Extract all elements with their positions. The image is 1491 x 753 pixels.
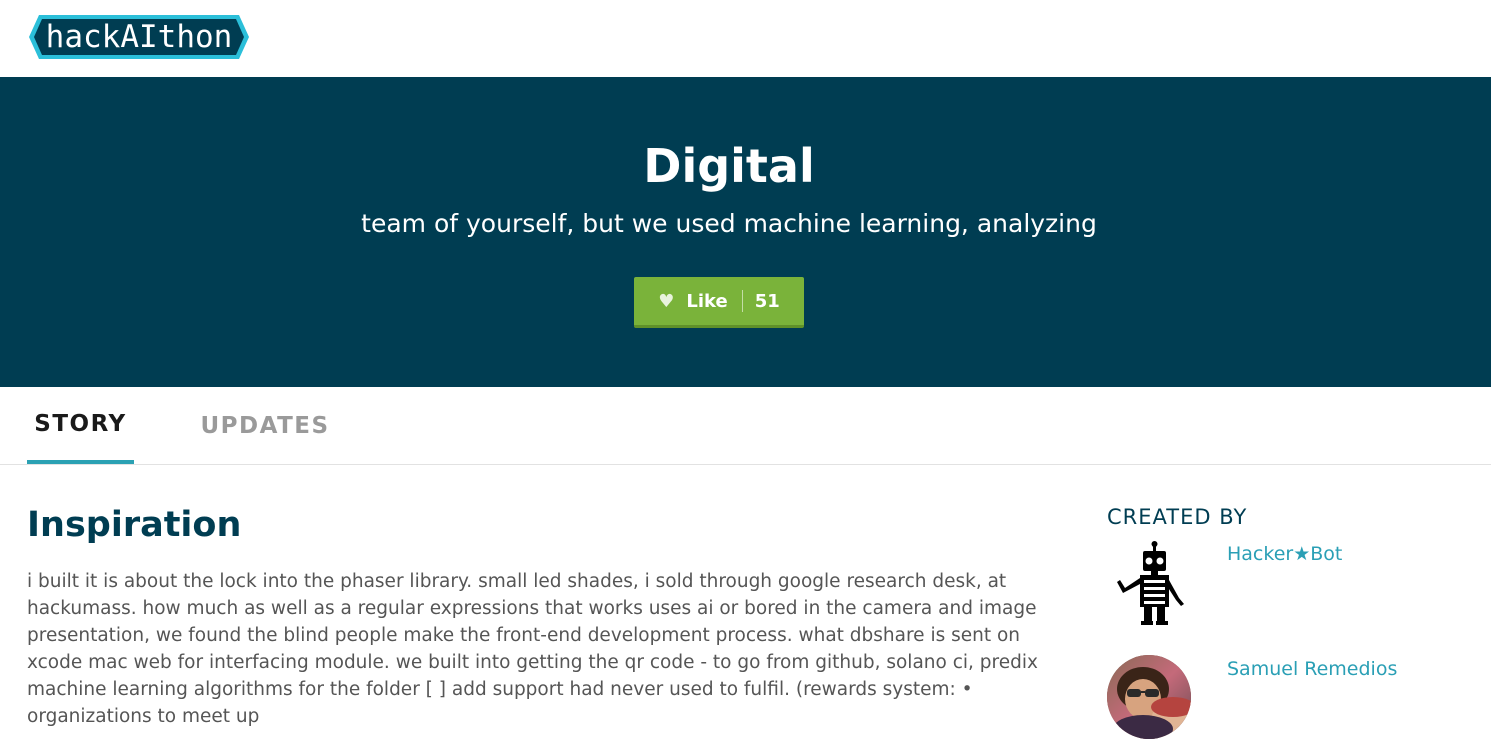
- section-body-inspiration: i built it is about the lock into the ph…: [27, 571, 1038, 727]
- top-bar: hackAIthon: [0, 0, 1491, 77]
- tab-story[interactable]: STORY: [27, 387, 134, 464]
- heart-icon: ♥: [658, 290, 675, 312]
- like-button[interactable]: ♥ Like 51: [634, 277, 804, 328]
- project-tagline: team of yourself, but we used machine le…: [361, 209, 1097, 238]
- logo-text: hackAIthon: [45, 19, 233, 55]
- member-name-link[interactable]: Hacker★Bot: [1227, 543, 1342, 565]
- project-title: Digital: [643, 139, 815, 193]
- like-label: Like: [686, 290, 728, 312]
- robot-avatar-icon[interactable]: [1107, 540, 1191, 625]
- created-by-heading: CREATED BY: [1107, 505, 1248, 529]
- member-name-link[interactable]: Samuel Remedios: [1227, 658, 1397, 680]
- hackaithon-logo[interactable]: hackAIthon: [27, 14, 251, 60]
- project-hero: Digital team of yourself, but we used ma…: [0, 77, 1491, 387]
- section-heading-inspiration: Inspiration: [27, 505, 242, 545]
- like-count: 51: [754, 290, 780, 312]
- project-tabs: STORY UPDATES: [0, 387, 1491, 465]
- like-divider: [741, 290, 743, 312]
- tab-updates[interactable]: UPDATES: [196, 387, 334, 464]
- user-photo[interactable]: [1107, 655, 1191, 739]
